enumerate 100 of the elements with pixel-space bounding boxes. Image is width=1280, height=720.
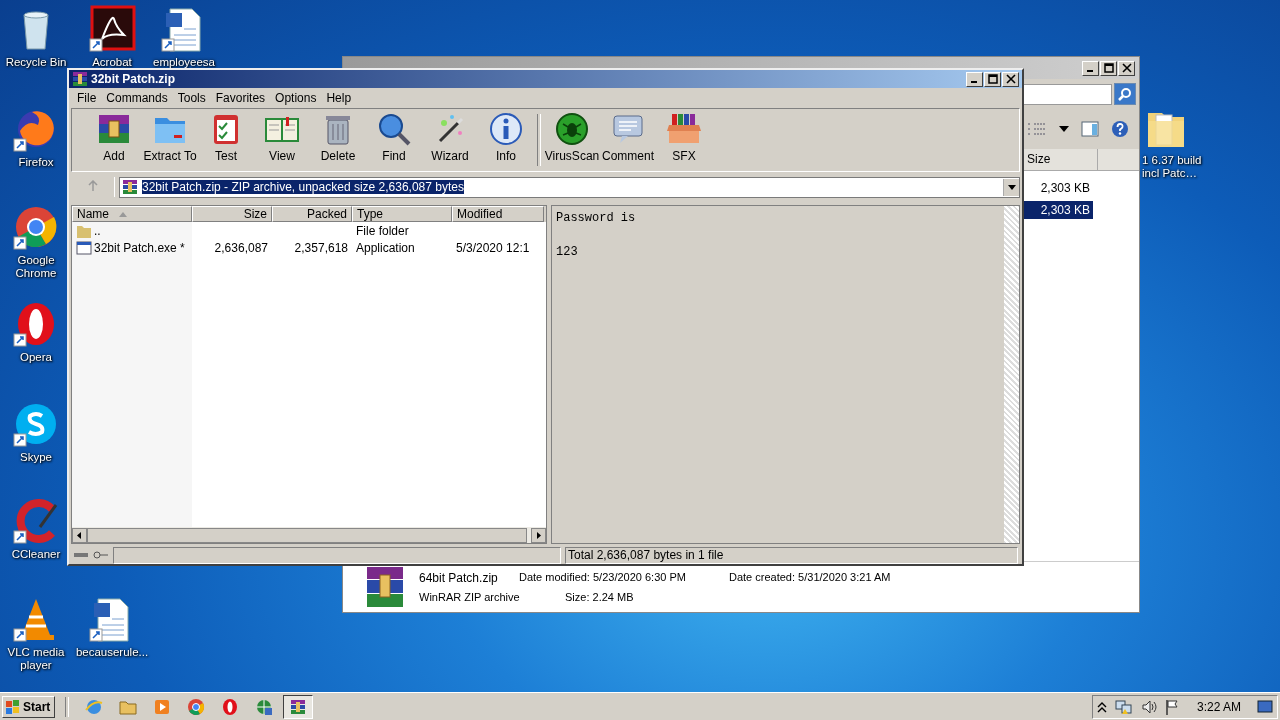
windows-logo-icon: [5, 698, 21, 715]
menu-item[interactable]: Commands: [101, 91, 173, 105]
icon-label: employeesa: [153, 56, 215, 69]
table-cell-text: File folder: [355, 223, 410, 238]
toolbar-button[interactable]: Delete: [310, 111, 366, 169]
minimize-button[interactable]: [1082, 60, 1099, 76]
menu-item[interactable]: Favorites: [210, 91, 271, 105]
volume-icon[interactable]: [1140, 698, 1157, 715]
toolbar-button[interactable]: View: [254, 111, 310, 169]
archive-icon: [72, 71, 88, 87]
archive-comment: Password is 123: [555, 210, 637, 261]
column-header[interactable]: Name: [72, 206, 192, 222]
scroll-left-icon[interactable]: [72, 527, 87, 543]
column-header[interactable]: Packed: [272, 206, 352, 222]
preview-pane-icon[interactable]: [1081, 121, 1099, 137]
table-cell-text: Application: [355, 240, 416, 255]
toolbar-button[interactable]: Comment: [600, 111, 656, 169]
menu-item[interactable]: Tools: [172, 91, 211, 105]
toolbar-button[interactable]: Extract To: [142, 111, 198, 169]
maximize-icon: [1103, 63, 1114, 73]
icon-label: 1 6.37 build incl Patc…: [1142, 154, 1203, 180]
archive-icon: [122, 179, 138, 195]
dropdown-button[interactable]: [1003, 178, 1019, 196]
maximize-button[interactable]: [984, 71, 1001, 87]
winrar-icon: [289, 697, 308, 716]
close-icon: [1005, 74, 1016, 84]
show-desktop-icon[interactable]: [1257, 699, 1273, 714]
toolbar-button[interactable]: Find: [366, 111, 422, 169]
close-button[interactable]: [1118, 60, 1135, 76]
info-icon: [488, 111, 524, 147]
maximize-icon: [987, 74, 998, 84]
toolbar-button[interactable]: Wizard: [422, 111, 478, 169]
column-header[interactable]: Modified: [452, 206, 544, 222]
icon-label: CCleaner: [11, 548, 61, 561]
menu-item[interactable]: Options: [270, 91, 322, 105]
magnifier-icon: [376, 111, 412, 147]
icon-label: Skype: [20, 451, 52, 464]
maximize-button[interactable]: [1100, 60, 1117, 76]
close-button[interactable]: [1002, 71, 1019, 87]
file-name[interactable]: ..: [72, 222, 192, 239]
table-cell-text: 5/3/2020 12:1: [455, 240, 531, 255]
ccleaner-icon[interactable]: [12, 497, 60, 545]
table-cell-text: 2,636,087: [213, 240, 269, 255]
caret-icon[interactable]: [1059, 126, 1069, 132]
column-header[interactable]: Type: [352, 206, 452, 222]
scrollbar[interactable]: [1004, 206, 1019, 543]
date-modified: Date modified: 5/23/2020 6:30 PM: [519, 571, 687, 585]
address-field[interactable]: 32bit Patch.zip - ZIP archive, unpacked size 2,636,087 bytes: [119, 176, 1020, 198]
close-icon: [1121, 63, 1132, 73]
network-icon: [255, 697, 274, 716]
icon-label: Firefox: [18, 156, 54, 169]
bug-icon: [554, 111, 590, 147]
media-icon: [153, 697, 172, 716]
acrobat-icon[interactable]: [88, 5, 136, 53]
ie-icon: [85, 697, 104, 716]
menu-item[interactable]: File: [72, 91, 102, 105]
chrome-icon: [187, 697, 206, 716]
up-arrow-icon: [86, 179, 99, 192]
table-cell-text: 2,357,618: [293, 240, 349, 255]
toolbar-button[interactable]: Test: [198, 111, 254, 169]
sort-arrow-icon: [119, 211, 127, 217]
icon-label: becauserule...: [75, 646, 149, 659]
toolbar-button[interactable]: SFX: [656, 111, 712, 169]
search-icon: [1117, 86, 1133, 102]
search-field[interactable]: [1022, 83, 1112, 105]
file-size: Size: 2.24 MB: [564, 591, 635, 603]
opera-icon: [221, 697, 240, 716]
toolbar-button[interactable]: VirusScan: [544, 111, 600, 169]
flag-icon[interactable]: [1164, 698, 1179, 715]
column-header[interactable]: Size: [192, 206, 272, 222]
toolbar-button[interactable]: Info: [478, 111, 534, 169]
file-size[interactable]: 2,303 KB: [1022, 179, 1093, 197]
chevron-up-icon[interactable]: [1096, 700, 1107, 713]
application-icon: [76, 239, 92, 256]
start-button[interactable]: Start: [2, 695, 56, 718]
winrar-taskbar-button[interactable]: [283, 694, 314, 719]
clock[interactable]: 3:22 AM: [1196, 699, 1241, 714]
search-button[interactable]: [1114, 83, 1136, 105]
icon-label: Google Chrome: [14, 254, 58, 280]
file-type: WinRAR ZIP archive: [419, 591, 519, 603]
date-created: Date created: 5/31/2020 3:21 AM: [729, 571, 891, 585]
minimize-icon: [1086, 70, 1093, 72]
minimize-icon: [970, 81, 977, 83]
network-icon[interactable]: [1114, 698, 1133, 715]
file-name: 64bit Patch.zip: [419, 571, 499, 585]
file-name[interactable]: 32bit Patch.exe *: [72, 239, 192, 256]
toolbar-button[interactable]: Add: [86, 111, 142, 169]
file-size[interactable]: 2,303 KB: [1022, 201, 1093, 219]
icon-label: VLC media player: [6, 646, 66, 672]
window-title: 32bit Patch.zip: [91, 72, 176, 86]
caret-icon: [1007, 184, 1016, 190]
status-text: Total 2,636,087 bytes in 1 file: [565, 546, 1018, 564]
icon-label: Acrobat: [92, 56, 132, 69]
drive-key-icon: [73, 549, 109, 561]
help-icon[interactable]: [1111, 120, 1129, 138]
icon-label: Opera: [20, 351, 52, 364]
menu-item[interactable]: Help: [321, 91, 357, 105]
scroll-right-icon[interactable]: [531, 527, 546, 543]
minimize-button[interactable]: [966, 71, 983, 87]
icon-label: Recycle Bin: [5, 56, 67, 69]
